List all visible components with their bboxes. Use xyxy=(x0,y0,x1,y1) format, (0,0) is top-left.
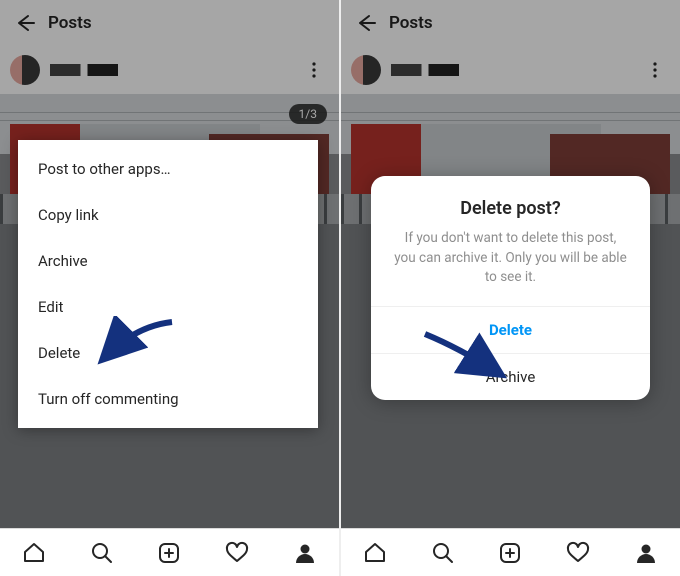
profile-icon xyxy=(634,541,658,565)
nav-add[interactable] xyxy=(136,529,204,576)
delete-confirm-dialog: Delete post? If you don't want to delete… xyxy=(371,176,650,400)
search-icon xyxy=(431,541,455,565)
arrow-left-icon xyxy=(355,12,377,34)
page-title: Posts xyxy=(48,13,92,33)
add-post-icon xyxy=(498,541,522,565)
top-bar: Posts xyxy=(341,0,680,46)
carousel-indicator: 1/3 xyxy=(289,104,327,124)
nav-home[interactable] xyxy=(341,529,409,576)
menu-edit[interactable]: Edit xyxy=(18,284,318,330)
left-screenshot: Posts 1/3 Post to other apps… xyxy=(0,0,339,576)
post-header-row xyxy=(341,46,680,94)
nav-search[interactable] xyxy=(409,529,477,576)
page-title: Posts xyxy=(389,13,433,33)
heart-icon xyxy=(566,541,590,565)
more-options-button[interactable] xyxy=(299,55,329,85)
nav-activity[interactable] xyxy=(203,529,271,576)
home-icon xyxy=(22,541,46,565)
home-icon xyxy=(363,541,387,565)
dialog-delete-button[interactable]: Delete xyxy=(371,306,650,353)
dialog-title: Delete post? xyxy=(393,198,628,219)
nav-add[interactable] xyxy=(477,529,545,576)
more-options-button[interactable] xyxy=(640,55,670,85)
dialog-archive-button[interactable]: Archive xyxy=(371,353,650,400)
more-vertical-icon xyxy=(305,61,323,79)
profile-icon xyxy=(293,541,317,565)
add-post-icon xyxy=(157,541,181,565)
menu-archive[interactable]: Archive xyxy=(18,238,318,284)
nav-home[interactable] xyxy=(0,529,68,576)
username-redacted[interactable] xyxy=(50,64,118,76)
search-icon xyxy=(90,541,114,565)
bottom-nav xyxy=(0,528,339,576)
right-screenshot: Posts Delete post? I xyxy=(341,0,680,576)
menu-delete[interactable]: Delete xyxy=(18,330,318,376)
top-bar: Posts xyxy=(0,0,339,46)
nav-profile[interactable] xyxy=(271,529,339,576)
menu-post-other-apps[interactable]: Post to other apps… xyxy=(18,146,318,192)
menu-copy-link[interactable]: Copy link xyxy=(18,192,318,238)
avatar[interactable] xyxy=(351,55,381,85)
nav-activity[interactable] xyxy=(544,529,612,576)
more-vertical-icon xyxy=(646,61,664,79)
back-button[interactable] xyxy=(349,6,383,40)
options-menu: Post to other apps… Copy link Archive Ed… xyxy=(18,140,318,428)
avatar[interactable] xyxy=(10,55,40,85)
nav-profile[interactable] xyxy=(612,529,680,576)
post-header-row xyxy=(0,46,339,94)
username-redacted[interactable] xyxy=(391,64,459,76)
arrow-left-icon xyxy=(14,12,36,34)
heart-icon xyxy=(225,541,249,565)
dialog-text: If you don't want to delete this post, y… xyxy=(393,229,628,288)
nav-search[interactable] xyxy=(68,529,136,576)
bottom-nav xyxy=(341,528,680,576)
menu-turn-off-commenting[interactable]: Turn off commenting xyxy=(18,376,318,422)
back-button[interactable] xyxy=(8,6,42,40)
